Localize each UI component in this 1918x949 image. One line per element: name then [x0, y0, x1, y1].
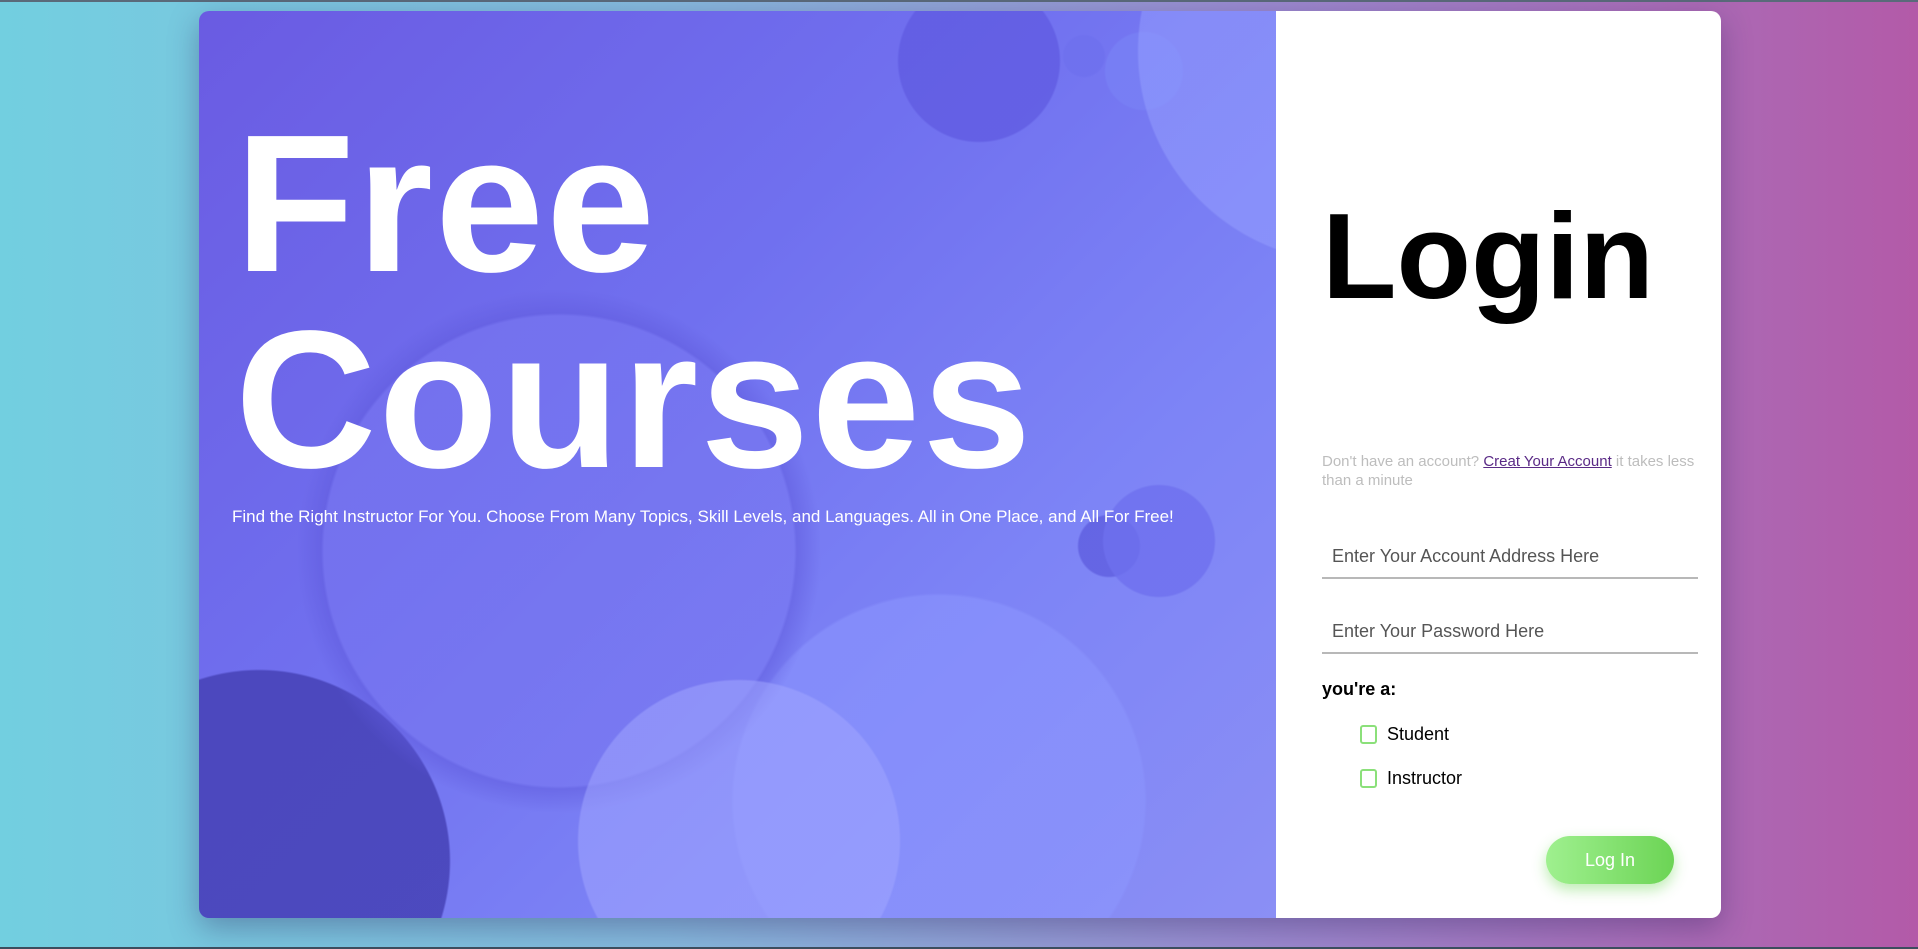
student-label: Student	[1387, 724, 1450, 744]
login-panel: Login Don't have an account? Creat Your …	[1276, 11, 1721, 918]
role-label: you're a:	[1322, 679, 1397, 699]
hero-title: Free Courses	[235, 94, 1034, 509]
password-input[interactable]	[1322, 610, 1698, 654]
login-title: Login	[1322, 188, 1654, 324]
signup-note: Don't have an account? Creat Your Accoun…	[1322, 452, 1702, 490]
signup-prefix: Don't have an account?	[1322, 453, 1484, 470]
login-card: Free Courses Find the Right Instructor F…	[199, 11, 1721, 918]
role-option-instructor[interactable]: Instructor	[1360, 768, 1462, 789]
account-address-input[interactable]	[1322, 535, 1698, 579]
top-border	[0, 0, 1918, 2]
instructor-checkbox[interactable]	[1360, 769, 1377, 788]
login-button[interactable]: Log In	[1546, 836, 1674, 884]
hero-subtitle: Find the Right Instructor For You. Choos…	[232, 507, 1174, 526]
instructor-label: Instructor	[1387, 768, 1463, 788]
role-option-student[interactable]: Student	[1360, 724, 1449, 745]
student-checkbox[interactable]	[1360, 725, 1377, 744]
create-account-link[interactable]: Creat Your Account	[1483, 453, 1611, 470]
hero-panel: Free Courses Find the Right Instructor F…	[199, 11, 1276, 918]
